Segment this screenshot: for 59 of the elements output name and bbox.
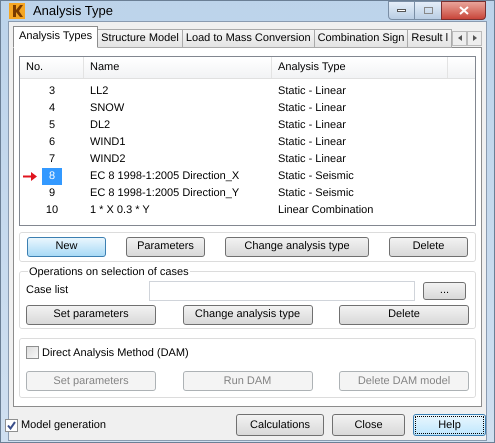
checkbox-label: Model generation <box>21 418 106 433</box>
case-list-label: Case list <box>26 283 70 298</box>
model-generation-checkbox[interactable] <box>5 418 18 432</box>
browse-button[interactable]: ... <box>423 282 466 300</box>
button[interactable]: Calculations <box>236 414 324 436</box>
app-logo-icon <box>9 2 25 19</box>
table-cell-text: SNOW <box>89 100 126 116</box>
tab[interactable]: Combination Sign <box>314 28 408 48</box>
tab[interactable]: Load to Mass Conversion <box>182 28 315 48</box>
table-cell[interactable]: 4 <box>42 100 62 116</box>
table-cell-text: DL2 <box>89 118 112 133</box>
tab-scroll-right-button[interactable] <box>467 30 482 46</box>
table-cell[interactable]: 6 <box>42 134 62 150</box>
close-icon <box>458 6 468 15</box>
table-cell-text: Static - Linear <box>277 100 347 116</box>
minimize-button[interactable] <box>388 1 415 20</box>
table-cell-text: Linear Combination <box>277 202 374 218</box>
table-cell-text: Static - Linear <box>277 84 347 99</box>
button[interactable]: Delete <box>389 236 468 256</box>
tab-scroll-left-button[interactable] <box>452 30 468 46</box>
window-title: Analysis Type <box>33 2 113 20</box>
button[interactable]: Parameters <box>126 236 205 256</box>
button[interactable]: Delete <box>339 304 469 324</box>
table-cell-text: EC 8 1998-1:2005 Direction_X <box>89 168 240 184</box>
checkbox-label: Direct Analysis Method (DAM) <box>42 346 189 360</box>
button[interactable]: Change analysis type <box>225 236 369 256</box>
left-arrow-icon <box>458 35 462 41</box>
table-cell-text: Static - Linear <box>277 118 347 133</box>
tab[interactable]: Analysis Types <box>13 26 98 48</box>
table-cell-text: Static - Linear <box>277 134 347 150</box>
button[interactable]: Help <box>413 414 486 436</box>
table-cell[interactable]: 3 <box>42 82 62 100</box>
table-cell-text: WIND1 <box>89 134 126 150</box>
table-cell-text: LL2 <box>89 84 110 99</box>
button[interactable]: New <box>27 236 106 256</box>
table-cell[interactable]: 9 <box>42 184 62 202</box>
table-cell-text: EC 8 1998-1:2005 Direction_Y <box>89 186 240 201</box>
column-header[interactable]: Analysis Type <box>272 56 448 78</box>
table-cell-text: 1 * X 0.3 * Y <box>89 202 151 218</box>
tab[interactable]: Structure Model <box>97 28 183 48</box>
table-cell[interactable]: 5 <box>42 116 62 134</box>
table-cell[interactable]: 10 <box>38 202 66 218</box>
table-cell[interactable]: 7 <box>42 150 62 168</box>
dam-checkbox[interactable] <box>26 346 39 360</box>
button[interactable]: Change analysis type <box>182 304 312 324</box>
button[interactable]: Close <box>332 414 405 436</box>
table-cell-text: Static - Seismic <box>277 168 355 184</box>
column-header[interactable]: No. <box>20 56 84 78</box>
column-header[interactable]: Name <box>84 56 272 78</box>
right-arrow-icon <box>472 35 477 41</box>
table-cell-text: Static - Linear <box>277 152 347 167</box>
case-list-field[interactable] <box>149 280 415 300</box>
table-cell-text: WIND2 <box>89 152 126 167</box>
table-cell-text: Static - Seismic <box>277 186 355 201</box>
close-button[interactable] <box>441 1 486 20</box>
arrow-icon <box>23 172 37 180</box>
maximize-button[interactable] <box>415 1 441 20</box>
tab[interactable]: Result l <box>407 28 452 48</box>
button[interactable]: Set parameters <box>26 304 156 324</box>
